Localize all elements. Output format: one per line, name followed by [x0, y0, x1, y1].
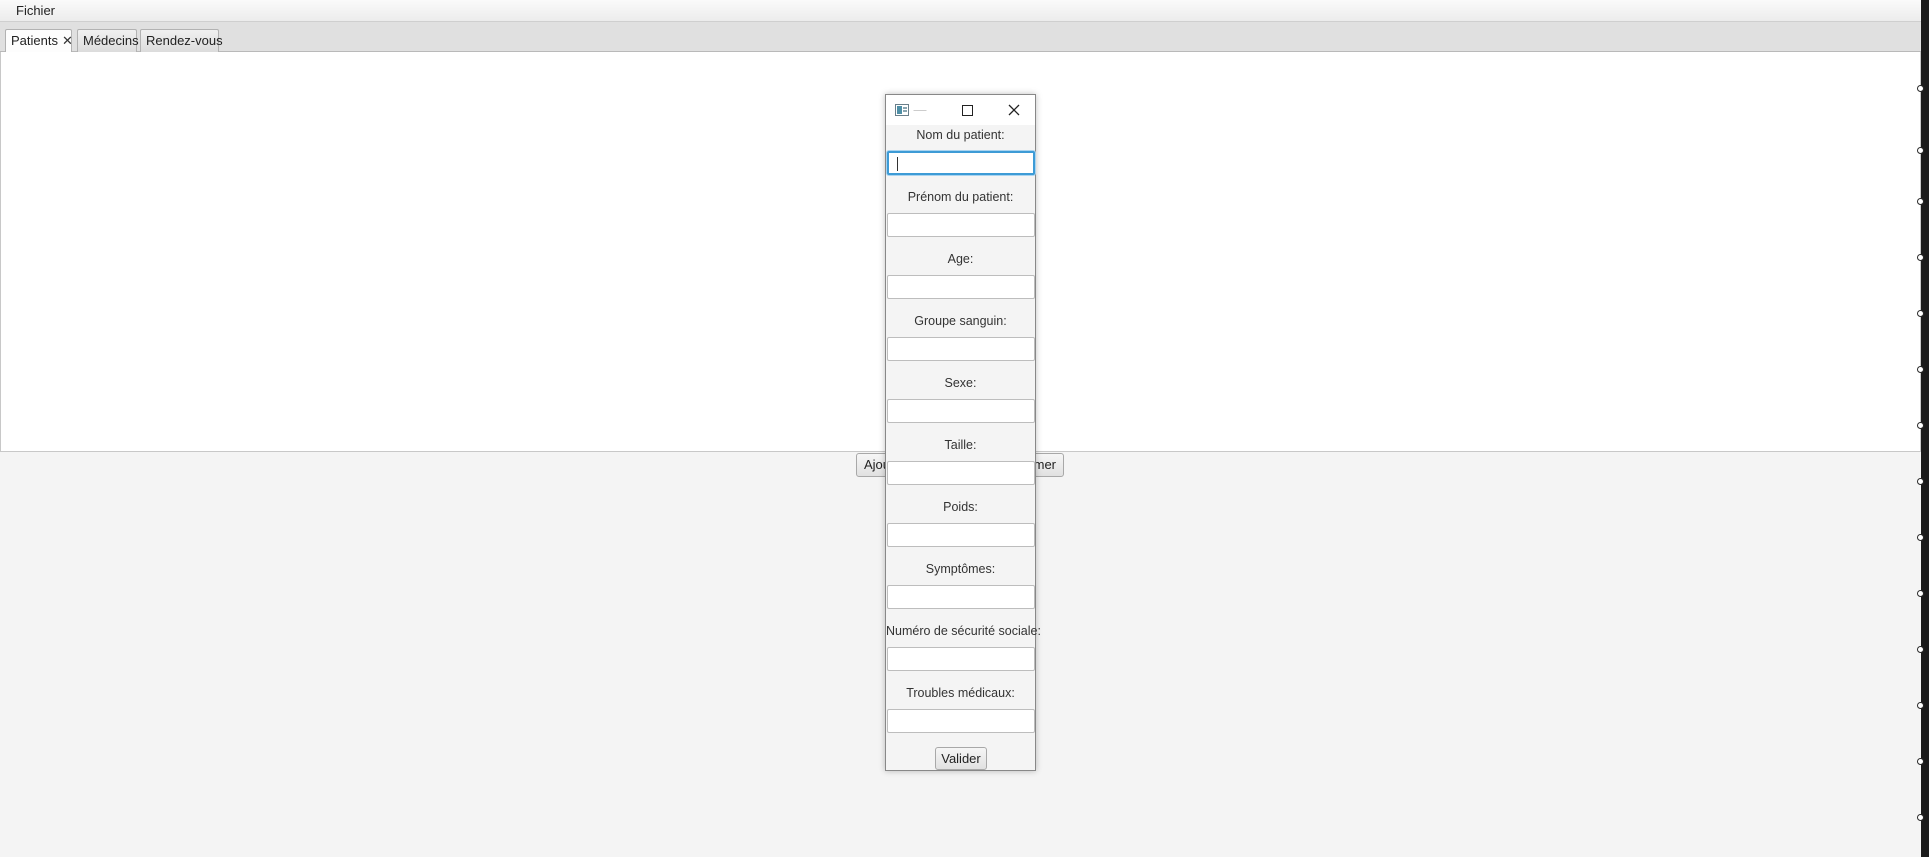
edge-dot	[1917, 310, 1924, 317]
symptomes-field[interactable]	[887, 585, 1035, 609]
groupe-sanguin-field[interactable]	[887, 337, 1035, 361]
nom-label: Nom du patient:	[916, 128, 1005, 142]
edge-dot	[1917, 814, 1924, 821]
tab-bar: Patients ✕ Médecins Rendez-vous	[0, 22, 1921, 52]
close-icon-glyph	[1008, 104, 1020, 116]
valider-button[interactable]: Valider	[935, 747, 987, 770]
prenom-label: Prénom du patient:	[907, 190, 1014, 204]
troubles-medicaux-label: Troubles médicaux:	[906, 686, 1015, 700]
edge-dot	[1917, 758, 1924, 765]
maximize-icon[interactable]	[959, 102, 975, 118]
poids-label: Poids:	[943, 500, 978, 514]
minimize-icon: —	[913, 102, 927, 117]
dialog-title-bar[interactable]: —	[886, 95, 1035, 125]
edge-dot	[1917, 590, 1924, 597]
prenom-field[interactable]	[887, 213, 1035, 237]
taille-label: Taille:	[944, 438, 977, 452]
groupe-sanguin-label: Groupe sanguin:	[914, 314, 1007, 328]
edge-dot	[1917, 478, 1924, 485]
sexe-label: Sexe:	[944, 376, 977, 390]
edge-dot	[1917, 254, 1924, 261]
menu-fichier[interactable]: Fichier	[9, 3, 62, 19]
securite-sociale-field[interactable]	[887, 647, 1035, 671]
age-field[interactable]	[887, 275, 1035, 299]
app-window-icon	[895, 104, 909, 116]
edge-dot	[1917, 147, 1924, 154]
edge-dot	[1917, 422, 1924, 429]
nom-field[interactable]	[887, 151, 1035, 175]
age-label: Age:	[947, 252, 974, 266]
tab-patients[interactable]: Patients ✕	[5, 29, 73, 52]
sexe-field[interactable]	[887, 399, 1035, 423]
add-patient-dialog: — Nom du patient: Prénom du patient: Age…	[885, 94, 1041, 771]
edge-dot	[1917, 646, 1924, 653]
edge-dot	[1917, 366, 1924, 373]
edge-dot	[1917, 534, 1924, 541]
tab-medecins[interactable]: Médecins	[77, 29, 139, 52]
tab-rendez-vous[interactable]: Rendez-vous	[140, 29, 223, 52]
edge-dot	[1917, 198, 1924, 205]
poids-field[interactable]	[887, 523, 1035, 547]
tab-patients-label: Patients	[11, 33, 58, 48]
securite-sociale-label: Numéro de sécurité sociale:	[886, 624, 1041, 638]
troubles-medicaux-field[interactable]	[887, 709, 1035, 733]
symptomes-label: Symptômes:	[925, 562, 996, 576]
text-caret	[897, 157, 898, 171]
tab-close-icon[interactable]: ✕	[62, 30, 73, 51]
tab-medecins-label: Médecins	[83, 33, 139, 48]
menu-bar: Fichier	[0, 0, 1921, 22]
edge-dot	[1917, 702, 1924, 709]
tab-rendez-vous-label: Rendez-vous	[146, 33, 223, 48]
taille-field[interactable]	[887, 461, 1035, 485]
close-icon[interactable]	[1004, 100, 1024, 120]
edge-dot	[1917, 85, 1924, 92]
